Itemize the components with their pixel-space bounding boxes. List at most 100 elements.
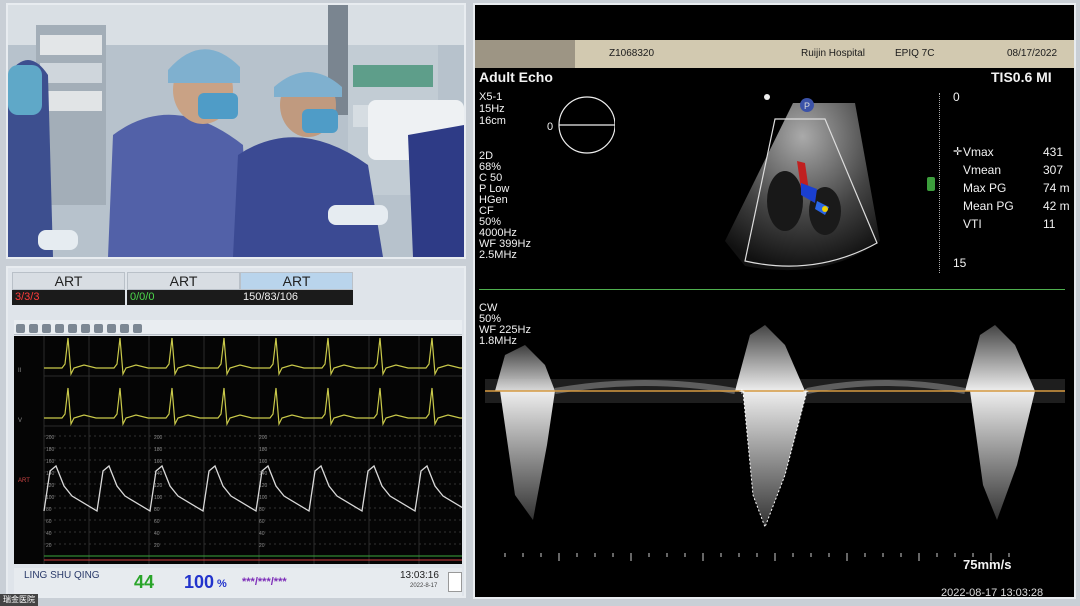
hospital-name: Ruijin Hospital (801, 48, 865, 59)
caliper-end[interactable]: + (803, 387, 809, 398)
doppler-separator (479, 289, 1065, 290)
scale-label: 20 (46, 543, 52, 549)
tool-icon[interactable] (55, 324, 64, 333)
operating-room-video (8, 5, 464, 257)
tool-icon[interactable] (107, 324, 116, 333)
tool-icon[interactable] (16, 324, 25, 333)
scale-label: 160 (154, 459, 163, 465)
measurement-value: 307 (1043, 163, 1064, 177)
scale-label: 140 (259, 471, 268, 477)
channel-value: 3/3/3 (12, 290, 125, 305)
sweep-speed: 75mm/s (963, 557, 1012, 572)
measurement-row: Vmax 431 (963, 143, 1074, 161)
focus-marker-icon (927, 177, 935, 191)
echocardiogram-panel: Z1068320 Ruijin Hospital EPIQ 7C 08/17/2… (473, 3, 1076, 599)
scale-label: 40 (46, 531, 52, 537)
crosshair-icon: ✛ (953, 146, 963, 158)
monitor-toolbar (14, 320, 462, 335)
tool-icon[interactable] (42, 324, 51, 333)
scale-label: 100 (259, 495, 268, 501)
depth-scale (939, 93, 944, 273)
scale-label: 60 (259, 519, 265, 525)
channel-art-2[interactable]: ART 0/0/0 (127, 272, 240, 305)
scale-label: 20 (154, 543, 160, 549)
measurement-row: Max PG 74 m (963, 179, 1074, 197)
waveform-screen: 200 200 200 180 180 180 160 160 160 140 140 140 120 1… (14, 336, 464, 564)
alarm-icon[interactable] (448, 572, 462, 592)
scale-label: 40 (259, 531, 265, 537)
measurement-value: 42 m (1043, 199, 1070, 213)
doppler-spectrum: + + (485, 325, 1065, 561)
hospital-watermark: 瑞金医院 (0, 594, 38, 606)
spo2-unit: % (217, 578, 227, 590)
tool-icon[interactable] (68, 324, 77, 333)
scale-label: 20 (259, 543, 265, 549)
scale-label: 100 (154, 495, 163, 501)
measurement-row: VTI 11 (963, 215, 1074, 233)
tool-icon[interactable] (81, 324, 90, 333)
orientation-icon (558, 96, 615, 154)
measurement-label: Max PG (963, 181, 1007, 195)
measurement-row: Vmean 307 (963, 161, 1074, 179)
nibp-value: ***/***/*** (242, 576, 287, 588)
channel-label: ART (240, 272, 353, 290)
measurement-value: 11 (1043, 217, 1056, 231)
scale-label: 200 (154, 435, 163, 441)
measurement-label: VTI (963, 217, 982, 231)
scale-label: 40 (154, 531, 160, 537)
patient-monitor-panel: ART 3/3/3 ART 0/0/0 ART 150/83/106 200 20… (6, 266, 466, 598)
scale-label: 160 (259, 459, 268, 465)
p-marker-label: P (804, 101, 810, 111)
lead-label: II (18, 368, 22, 374)
channel-art-3[interactable]: ART 150/83/106 (240, 272, 353, 305)
scale-label: 160 (46, 459, 55, 465)
probe-marker-icon (764, 94, 770, 100)
probe-settings: X5-1 15Hz 16cm (479, 91, 506, 127)
scale-label: 200 (46, 435, 55, 441)
spo2-value: 100 (184, 572, 215, 592)
measurement-value: 431 (1043, 145, 1064, 159)
echo-timestamp: 2022-08-17 13:03:28 (941, 587, 1044, 599)
channel-value: 150/83/106 (240, 290, 353, 305)
scale-label: 120 (154, 483, 163, 489)
probe-name: X5-1 (479, 91, 503, 103)
lead-label: ART (18, 478, 30, 484)
measurement-value: 74 m (1043, 181, 1070, 195)
monitor-date: 2022-8-17 (410, 583, 438, 589)
exam-date: 08/17/2022 (1007, 48, 1058, 59)
scale-label: 80 (154, 507, 160, 513)
waveform-display: 200 200 200180 180 180160 160 160140 140 140120 1… (18, 336, 464, 564)
camera-feed-panel (6, 3, 466, 259)
tool-icon[interactable] (133, 324, 142, 333)
scale-label: 200 (259, 435, 268, 441)
scale-label: 60 (154, 519, 160, 525)
measurement-label: Mean PG (963, 199, 1014, 213)
setting-line: 2.5MHz (479, 249, 517, 261)
exam-mode: Adult Echo (479, 69, 553, 85)
depth-start: 0 (953, 90, 960, 104)
echo-sector-image: P (725, 94, 880, 271)
scale-label: 180 (259, 447, 268, 453)
tool-icon[interactable] (120, 324, 129, 333)
lead-label: V (18, 418, 22, 424)
frame-rate: 15Hz (479, 103, 505, 115)
depth-end: 15 (953, 256, 967, 270)
channel-art-1[interactable]: ART 3/3/3 (12, 272, 125, 305)
scale-label: 180 (154, 447, 163, 453)
monitor-footer: LING SHU QING 44 100 % ***/***/*** 13:03… (14, 568, 462, 596)
patient-name: LING SHU QING (24, 570, 100, 581)
image-settings: 2D 68% C 50 P Low HGen CF 50% 4000Hz WF … (479, 151, 531, 261)
caliper-start[interactable]: + (739, 387, 745, 398)
measurements-box: ✛ Vmax 431 Vmean 307 Max PG 74 m Mean PG 42 … (953, 143, 1074, 233)
scale-label: 60 (46, 519, 52, 525)
tool-icon[interactable] (29, 324, 38, 333)
tool-icon[interactable] (94, 324, 103, 333)
thermal-index: TIS0.6 MI (991, 69, 1052, 85)
scale-label: 80 (46, 507, 52, 513)
channel-label: ART (12, 272, 125, 290)
channel-value: 0/0/0 (127, 290, 240, 305)
scale-label: 100 (46, 495, 55, 501)
header-logo-box (475, 40, 575, 68)
patient-id: Z1068320 (609, 48, 655, 59)
channel-label: ART (127, 272, 240, 290)
